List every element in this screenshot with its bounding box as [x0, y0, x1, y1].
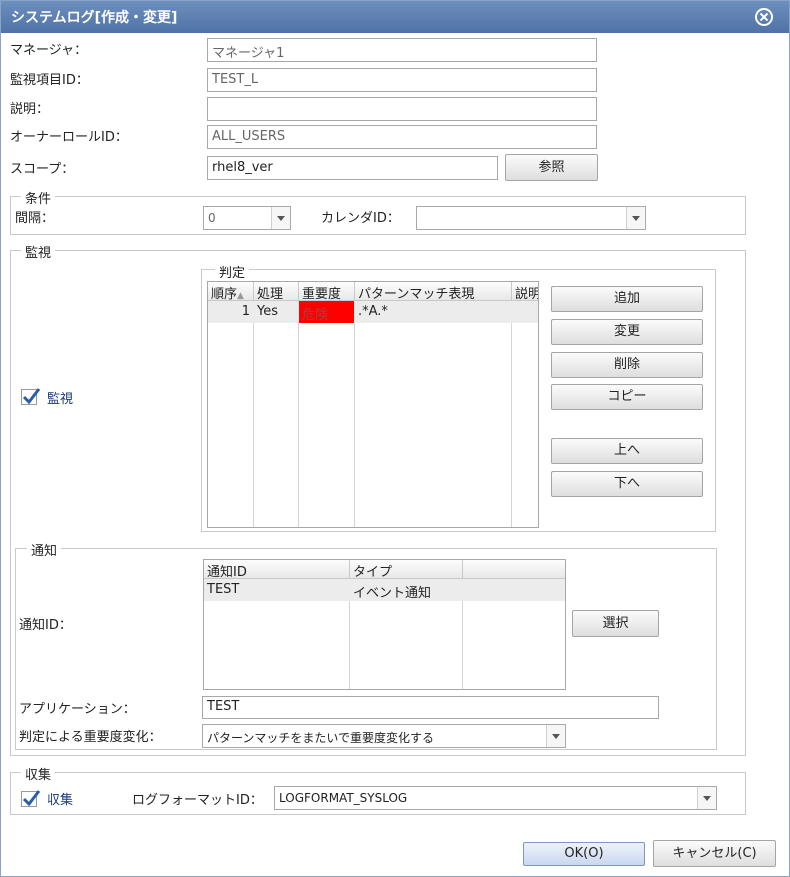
- delete-button[interactable]: 削除: [551, 352, 703, 378]
- close-icon[interactable]: [755, 8, 773, 26]
- calendar-label: カレンダID：: [321, 211, 400, 226]
- notify-legend: 通知: [27, 540, 62, 559]
- row-notify-extra: [463, 579, 565, 601]
- column-divider: [253, 301, 254, 527]
- monitor-checkbox[interactable]: [21, 388, 41, 405]
- judgment-table[interactable]: 順序▲ 処理 重要度 パターンマッチ表現 説明 1 Yes 危険 .*A.*: [207, 281, 539, 528]
- collect-checkbox-label[interactable]: 収集: [47, 789, 73, 808]
- column-header-type[interactable]: タイプ: [350, 560, 463, 579]
- monitor-id-field: TEST_L: [207, 68, 597, 92]
- sort-up-icon: ▲: [237, 291, 244, 301]
- column-divider: [354, 301, 355, 527]
- column-header-order[interactable]: 順序▲: [208, 282, 254, 301]
- monitor-id-label: 監視項目ID：: [10, 73, 89, 88]
- monitor-legend: 監視: [21, 242, 56, 261]
- add-button[interactable]: 追加: [551, 286, 703, 312]
- application-input[interactable]: TEST: [202, 696, 659, 719]
- ok-button[interactable]: OK(O): [523, 842, 645, 866]
- table-row[interactable]: TEST イベント通知: [204, 579, 565, 601]
- move-down-button[interactable]: 下へ: [551, 471, 703, 497]
- notify-id-label: 通知ID：: [19, 618, 72, 633]
- column-divider: [298, 301, 299, 527]
- modify-button[interactable]: 変更: [551, 319, 703, 345]
- condition-legend: 条件: [21, 188, 56, 207]
- chevron-down-icon[interactable]: [626, 207, 645, 229]
- table-row[interactable]: 1 Yes 危険 .*A.*: [208, 301, 538, 323]
- chevron-down-icon[interactable]: [271, 207, 290, 229]
- scope-field: rhel8_ver: [207, 156, 498, 180]
- priority-change-select[interactable]: パターンマッチをまたいで重要度変化する: [202, 724, 566, 748]
- interval-label: 間隔：: [15, 211, 55, 226]
- log-format-select[interactable]: LOGFORMAT_SYSLOG: [274, 786, 717, 810]
- check-icon: [22, 388, 41, 405]
- column-divider: [511, 301, 512, 527]
- log-format-value: LOGFORMAT_SYSLOG: [279, 791, 408, 805]
- cancel-button[interactable]: キャンセル(C): [653, 840, 776, 867]
- system-log-dialog: システムログ[作成・変更] マネージャ： マネージャ1 監視項目ID： TEST…: [0, 0, 790, 877]
- monitor-checkbox-label[interactable]: 監視: [47, 388, 73, 407]
- collect-checkbox[interactable]: [21, 790, 41, 807]
- title-bar[interactable]: システムログ[作成・変更]: [1, 1, 789, 33]
- row-description: [512, 301, 538, 323]
- notify-table[interactable]: 通知ID タイプ TEST イベント通知: [203, 559, 566, 690]
- column-header-description[interactable]: 説明: [512, 282, 538, 301]
- column-header-notify-id[interactable]: 通知ID: [204, 560, 350, 579]
- row-order: 1: [241, 304, 250, 319]
- column-header-pattern[interactable]: パターンマッチ表現: [355, 282, 512, 301]
- manager-label: マネージャ：: [10, 43, 88, 58]
- manager-field: マネージャ1: [207, 38, 597, 62]
- column-header-extra[interactable]: [463, 560, 565, 579]
- interval-select[interactable]: 0: [203, 206, 291, 230]
- description-input[interactable]: [207, 97, 597, 121]
- chevron-down-icon[interactable]: [697, 787, 716, 809]
- description-label: 説明：: [10, 102, 50, 117]
- chevron-down-icon[interactable]: [546, 725, 565, 747]
- select-button[interactable]: 選択: [572, 610, 659, 637]
- row-notify-type: イベント通知: [353, 586, 432, 601]
- copy-button[interactable]: コピー: [551, 384, 703, 410]
- interval-value: 0: [208, 211, 216, 225]
- owner-role-field: ALL_USERS: [207, 125, 597, 149]
- row-process: Yes: [257, 304, 278, 319]
- priority-change-label: 判定による重要度変化：: [19, 730, 162, 745]
- scope-label: スコープ：: [10, 162, 75, 177]
- browse-button[interactable]: 参照: [505, 154, 598, 181]
- calendar-select[interactable]: [416, 206, 646, 230]
- column-header-priority[interactable]: 重要度: [299, 282, 355, 301]
- check-icon: [22, 790, 41, 807]
- row-notify-id: TEST: [207, 582, 240, 597]
- move-up-button[interactable]: 上へ: [551, 438, 703, 464]
- log-format-label: ログフォーマットID：: [132, 793, 263, 808]
- owner-role-label: オーナーロールID：: [10, 130, 128, 145]
- judgment-legend: 判定: [215, 262, 250, 281]
- priority-change-value: パターンマッチをまたいで重要度変化する: [207, 731, 435, 745]
- column-header-process[interactable]: 処理: [254, 282, 299, 301]
- row-pattern: .*A.*: [358, 304, 388, 319]
- dialog-title: システムログ[作成・変更]: [11, 10, 178, 26]
- application-label: アプリケーション：: [19, 702, 136, 717]
- collect-legend: 収集: [21, 764, 56, 783]
- row-priority-badge: 危険: [299, 301, 354, 323]
